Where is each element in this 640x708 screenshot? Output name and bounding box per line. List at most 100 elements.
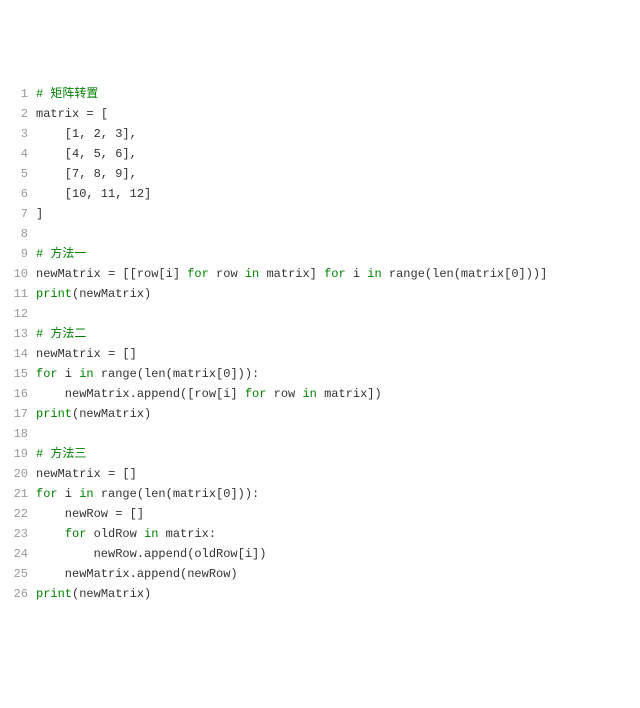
code-line: 22 newRow = []: [8, 504, 632, 524]
line-content: [10, 11, 12]: [36, 184, 632, 204]
token-id: range(len(matrix[0]))]: [382, 267, 548, 281]
line-number: 7: [8, 204, 36, 224]
token-cm: # 方法三: [36, 447, 86, 461]
token-id: newMatrix = []: [36, 347, 137, 361]
line-content: print(newMatrix): [36, 404, 632, 424]
code-line: 3 [1, 2, 3],: [8, 124, 632, 144]
line-content: [36, 424, 632, 444]
line-content: # 方法二: [36, 324, 632, 344]
line-number: 14: [8, 344, 36, 364]
line-content: [4, 5, 6],: [36, 144, 632, 164]
token-id: i: [58, 367, 80, 381]
token-id: (newMatrix): [72, 287, 151, 301]
line-content: newRow.append(oldRow[i]): [36, 544, 632, 564]
line-number: 24: [8, 544, 36, 564]
token-kw: print: [36, 587, 72, 601]
token-id: row: [266, 387, 302, 401]
line-number: 26: [8, 584, 36, 604]
line-number: 10: [8, 264, 36, 284]
line-number: 11: [8, 284, 36, 304]
line-number: 3: [8, 124, 36, 144]
code-line: 14newMatrix = []: [8, 344, 632, 364]
line-content: [36, 224, 632, 244]
token-id: [10, 11, 12]: [36, 187, 151, 201]
token-id: newRow.append(oldRow[i]): [36, 547, 266, 561]
token-kw: in: [302, 387, 316, 401]
token-cm: # 方法一: [36, 247, 86, 261]
line-content: for oldRow in matrix:: [36, 524, 632, 544]
line-number: 5: [8, 164, 36, 184]
token-id: matrix]): [317, 387, 382, 401]
token-kw: in: [367, 267, 381, 281]
token-id: newMatrix = [[row[i]: [36, 267, 187, 281]
line-content: # 矩阵转置: [36, 84, 632, 104]
code-line: 16 newMatrix.append([row[i] for row in m…: [8, 384, 632, 404]
line-content: print(newMatrix): [36, 584, 632, 604]
code-line: 17print(newMatrix): [8, 404, 632, 424]
code-line: 4 [4, 5, 6],: [8, 144, 632, 164]
line-content: print(newMatrix): [36, 284, 632, 304]
token-kw: for: [187, 267, 209, 281]
token-id: [36, 527, 65, 541]
code-line: 11print(newMatrix): [8, 284, 632, 304]
token-kw: for: [245, 387, 267, 401]
token-id: newMatrix.append(newRow): [36, 567, 238, 581]
code-line: 20newMatrix = []: [8, 464, 632, 484]
line-number: 23: [8, 524, 36, 544]
token-kw: in: [79, 367, 93, 381]
token-id: matrix]: [259, 267, 324, 281]
token-id: range(len(matrix[0])):: [94, 367, 260, 381]
token-id: i: [346, 267, 368, 281]
line-content: newMatrix = [[row[i] for row in matrix] …: [36, 264, 632, 284]
token-id: matrix:: [158, 527, 216, 541]
line-number: 8: [8, 224, 36, 244]
line-number: 25: [8, 564, 36, 584]
line-content: newMatrix.append([row[i] for row in matr…: [36, 384, 632, 404]
token-id: (newMatrix): [72, 587, 151, 601]
line-number: 17: [8, 404, 36, 424]
line-content: newMatrix = []: [36, 344, 632, 364]
token-cm: # 矩阵转置: [36, 87, 98, 101]
line-content: for i in range(len(matrix[0])):: [36, 364, 632, 384]
token-id: newRow = []: [36, 507, 144, 521]
code-line: 9# 方法一: [8, 244, 632, 264]
line-number: 19: [8, 444, 36, 464]
line-number: 12: [8, 304, 36, 324]
token-id: ]: [36, 207, 43, 221]
line-number: 20: [8, 464, 36, 484]
line-number: 15: [8, 364, 36, 384]
code-block: 1# 矩阵转置2matrix = [3 [1, 2, 3],4 [4, 5, 6…: [8, 84, 632, 604]
token-id: range(len(matrix[0])):: [94, 487, 260, 501]
token-id: = [: [86, 107, 108, 121]
line-number: 22: [8, 504, 36, 524]
code-line: 15for i in range(len(matrix[0])):: [8, 364, 632, 384]
line-number: 21: [8, 484, 36, 504]
line-content: [36, 304, 632, 324]
code-line: 19# 方法三: [8, 444, 632, 464]
line-content: # 方法三: [36, 444, 632, 464]
code-line: 6 [10, 11, 12]: [8, 184, 632, 204]
token-id: row: [209, 267, 245, 281]
line-number: 1: [8, 84, 36, 104]
token-kw: in: [245, 267, 259, 281]
token-id: i: [58, 487, 80, 501]
code-line: 2matrix = [: [8, 104, 632, 124]
code-line: 23 for oldRow in matrix:: [8, 524, 632, 544]
code-line: 12: [8, 304, 632, 324]
token-id: newMatrix.append([row[i]: [36, 387, 245, 401]
code-line: 8: [8, 224, 632, 244]
token-kw: in: [144, 527, 158, 541]
code-line: 25 newMatrix.append(newRow): [8, 564, 632, 584]
token-id: oldRow: [86, 527, 144, 541]
code-line: 10newMatrix = [[row[i] for row in matrix…: [8, 264, 632, 284]
token-kw: print: [36, 287, 72, 301]
code-line: 24 newRow.append(oldRow[i]): [8, 544, 632, 564]
token-kw: in: [79, 487, 93, 501]
line-number: 6: [8, 184, 36, 204]
code-line: 21for i in range(len(matrix[0])):: [8, 484, 632, 504]
token-kw: print: [36, 407, 72, 421]
token-id: [1, 2, 3],: [36, 127, 137, 141]
token-id: (newMatrix): [72, 407, 151, 421]
line-number: 9: [8, 244, 36, 264]
token-kw: for: [36, 367, 58, 381]
